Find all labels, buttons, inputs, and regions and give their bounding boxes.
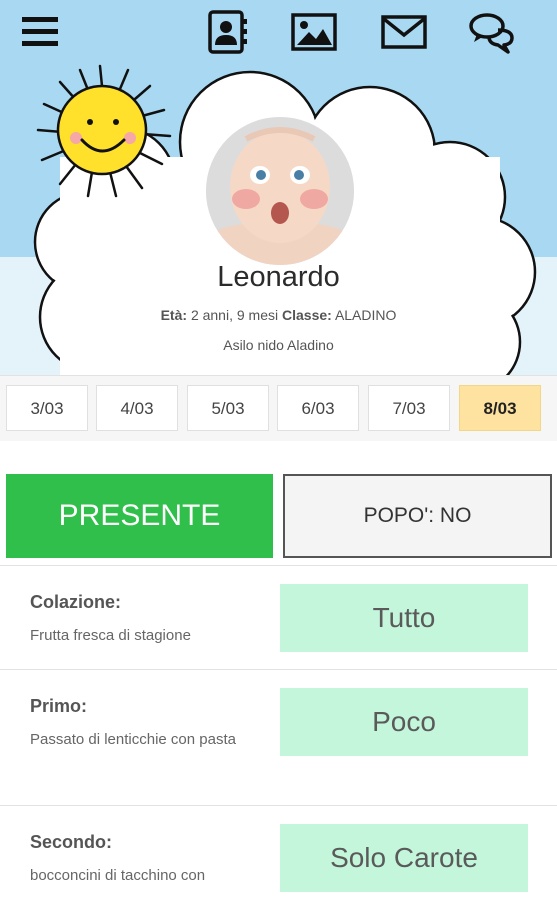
meal-description: Passato di lenticchie con pasta (30, 731, 236, 748)
meal-row-colazione: Colazione: Frutta fresca di stagione Tut… (0, 565, 557, 670)
date-selector: 3/03 4/03 5/03 6/03 7/03 8/03 (0, 375, 557, 443)
image-icon[interactable] (290, 8, 338, 56)
meal-row-secondo: Secondo: bocconcini di tacchino con Solo… (0, 805, 557, 901)
meal-title: Primo: (30, 696, 88, 716)
class-value: ALADINO (334, 307, 397, 323)
class-label: Classe: (282, 307, 332, 323)
date-tab[interactable]: 5/03 (187, 385, 269, 431)
profile-header: Leonardo Età: 2 anni, 9 mesi Classe: ALA… (0, 62, 557, 375)
meal-amount-button[interactable]: Tutto (280, 584, 528, 652)
presence-button[interactable]: PRESENTE (6, 474, 273, 558)
school-name: Asilo nido Aladino (223, 337, 334, 353)
meal-title: Secondo: (30, 832, 113, 852)
child-avatar (206, 117, 354, 265)
date-tab[interactable]: 4/03 (96, 385, 178, 431)
age-label: Età: (160, 307, 188, 323)
date-tab[interactable]: 6/03 (277, 385, 359, 431)
date-tab[interactable]: 7/03 (368, 385, 450, 431)
envelope-icon[interactable] (380, 8, 428, 56)
meal-row-primo: Primo: Passato di lenticchie con pasta P… (0, 669, 557, 806)
date-tab[interactable]: 3/03 (6, 385, 88, 431)
date-tab-selected[interactable]: 8/03 (459, 385, 541, 431)
age-value: 2 anni, 9 mesi (190, 307, 279, 323)
top-toolbar (0, 0, 557, 62)
sun-icon (36, 64, 172, 198)
hamburger-menu-icon[interactable] (18, 8, 66, 56)
status-section: PRESENTE POPO': NO (0, 441, 557, 565)
address-book-icon[interactable] (204, 8, 252, 56)
meal-description: Frutta fresca di stagione (30, 627, 191, 644)
child-info: Età: 2 anni, 9 mesi Classe: ALADINO (0, 307, 557, 323)
meal-amount-button[interactable]: Solo Carote (280, 824, 528, 892)
meal-amount-button[interactable]: Poco (280, 688, 528, 756)
chat-bubbles-icon[interactable] (468, 8, 516, 56)
meal-description: bocconcini di tacchino con (30, 867, 206, 884)
poop-status-button[interactable]: POPO': NO (283, 474, 552, 558)
child-name: Leonardo (217, 261, 340, 293)
meal-title: Colazione: (30, 592, 122, 612)
